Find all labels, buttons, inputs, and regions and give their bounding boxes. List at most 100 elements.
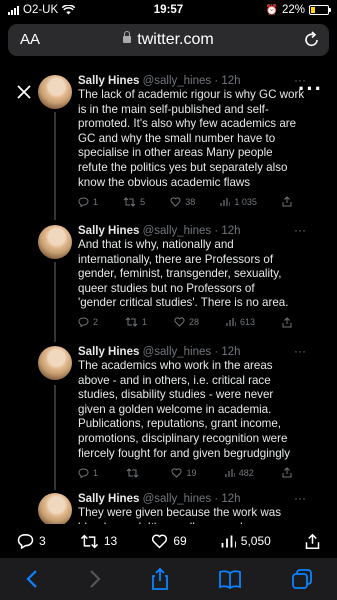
tweet-line: And that is why, nationally and [78,238,234,251]
tweet-time: · 12h [214,346,241,358]
avatar[interactable] [38,346,72,380]
views-button[interactable]: 5,050 [221,534,271,549]
views-button[interactable]: 482 [225,467,254,478]
reply-count: 1 [93,467,99,478]
share-button[interactable] [305,533,320,550]
author-handle[interactable]: @sally_hines [143,75,212,87]
address-bar[interactable]: AA twitter.com [8,24,329,56]
retweet-count: 13 [103,534,118,548]
reply-button[interactable]: 3 [17,533,46,549]
tweet-time: · 12h [214,493,241,505]
like-count: 69 [173,534,187,548]
share-button[interactable] [282,317,292,328]
tweet-actions: 1 19 482 [78,467,292,478]
share-icon[interactable] [151,568,169,590]
tweet-more-icon[interactable]: ··· [294,223,306,237]
views-button[interactable]: 1 035 [220,196,257,207]
reply-count: 2 [93,317,99,328]
share-button[interactable] [282,196,292,207]
author-name[interactable]: Sally Hines [78,225,139,237]
tweet-line: specialise in other areas Many people [78,146,273,160]
reply-button[interactable]: 2 [78,317,98,328]
author-handle[interactable]: @sally_hines [143,225,212,237]
views-icon [220,197,231,206]
views-icon [225,468,235,477]
share-button[interactable] [282,467,292,478]
retweet-count: 1 [141,317,147,328]
retweet-button[interactable]: 13 [80,534,117,549]
retweet-button[interactable]: 1 [125,317,147,328]
tabs-icon[interactable] [291,568,313,590]
tweet-line: 'gender critical studies'. There is no a… [78,296,289,310]
tweet-line: is in the main self-published and self- [78,102,269,116]
thread-line [54,112,56,220]
like-button[interactable]: 69 [151,534,187,549]
retweet-count: 5 [140,196,146,207]
tweet-more-icon[interactable]: ··· [294,491,306,505]
views-icon [221,535,236,547]
tweet-line: studies, disability studies - were never [78,388,274,402]
author-name[interactable]: Sally Hines [78,75,139,87]
close-icon[interactable] [16,84,32,100]
views-button[interactable]: 613 [226,317,255,328]
tweet-line: know the obvious academic flaws [78,175,251,189]
like-button[interactable]: 28 [174,317,199,328]
share-icon [282,196,292,207]
author-name[interactable]: Sally Hines [78,346,139,358]
author-handle[interactable]: @sally_hines [143,493,212,505]
tweet-line: fiercely fought for and given begrudging… [78,446,291,460]
bookmarks-icon[interactable] [218,569,242,589]
lock-icon [123,31,132,43]
tweet-line: above - and in others, i.e. critical rac… [78,373,271,387]
tweet-more-icon[interactable]: ··· [294,73,306,87]
view-count: 482 [238,467,254,478]
tweet-more-icon[interactable]: ··· [294,344,306,358]
retweet-icon [123,196,136,207]
tweet-line: given a golden welcome in academia. [78,402,272,416]
forward-icon[interactable] [88,569,102,589]
like-count: 38 [185,196,196,207]
tweet-line: internationally, there are Professors of [78,252,274,266]
tweet-actions: 2 1 28 613 [78,317,292,328]
tweet-line: queer studies but no Professors of [78,281,255,295]
author-handle[interactable]: @sally_hines [143,346,212,358]
reload-icon[interactable] [304,31,320,48]
url-display[interactable]: twitter.com [8,31,329,49]
status-bar: O2-UK 19:57 ⏰ 22% [0,0,337,22]
tweet-line: refute the politics yes but separately a… [78,160,288,174]
tweet-time: · 12h [214,225,241,237]
heart-icon [170,197,181,207]
like-count: 28 [188,317,199,328]
retweet-icon [125,317,138,328]
author-name[interactable]: Sally Hines [78,493,139,505]
battery-icon [309,5,331,15]
retweet-button[interactable]: 5 [123,196,145,207]
tweet-text: The academics who work in the areas abov… [78,359,308,461]
tweet-line: promoted. It's also why few academics ar… [78,117,297,131]
retweet-icon [80,534,98,548]
view-count: 613 [239,317,255,328]
reply-icon [78,468,89,478]
avatar[interactable] [38,225,72,259]
reply-icon [78,197,89,207]
retweet-icon [126,467,139,478]
tweet-text: And that is why, nationally and internat… [78,238,308,311]
reply-count: 3 [39,534,46,548]
battery-percent: 22% [281,4,305,16]
alarm-icon: ⏰ [265,4,278,16]
back-icon[interactable] [25,569,39,589]
thread-line [54,262,56,342]
view-count: 5,050 [240,534,271,548]
reply-button[interactable]: 1 [78,196,98,207]
tweet-line: The lack of academic rigour is why GC wo… [78,88,305,101]
like-button[interactable]: 19 [171,467,197,478]
like-button[interactable]: 38 [170,196,195,207]
view-count: 1 035 [234,196,257,207]
tweet-actions: 1 5 38 1 035 [78,196,292,207]
reply-button[interactable]: 1 [78,467,98,478]
reply-icon [78,317,89,328]
avatar[interactable] [38,75,72,109]
avatar[interactable] [38,493,72,527]
retweet-button[interactable] [126,467,143,478]
share-icon [282,317,292,328]
